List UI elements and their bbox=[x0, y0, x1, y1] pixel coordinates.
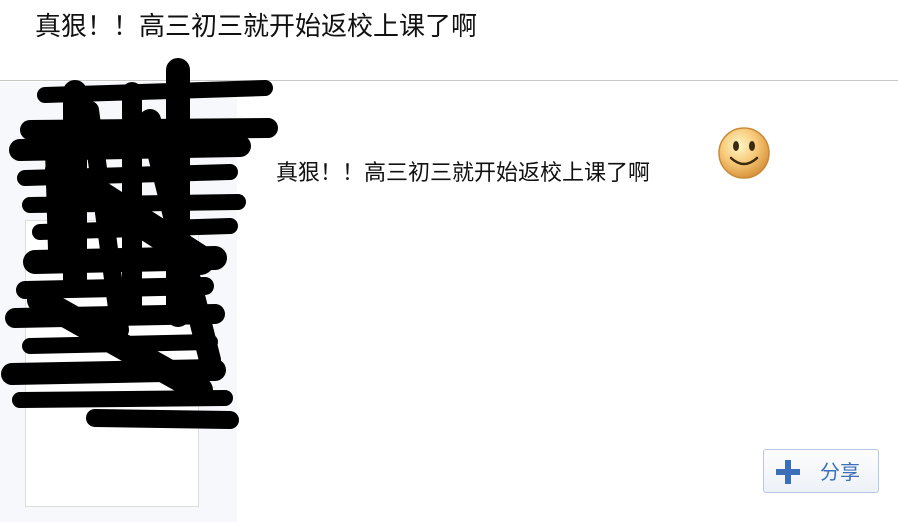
forum-thread-page: 真狠！！高三初三就开始返校上课了啊 真狠！！高三初三就开始返校上课了啊 分享 bbox=[0, 0, 898, 522]
share-button[interactable]: 分享 bbox=[763, 449, 879, 493]
post-text: 真狠！！高三初三就开始返校上课了啊 bbox=[276, 161, 651, 186]
smiley-face-icon bbox=[718, 127, 770, 179]
share-label: 分享 bbox=[820, 460, 860, 484]
plus-icon bbox=[776, 460, 800, 484]
redaction-scribble bbox=[1, 58, 278, 429]
